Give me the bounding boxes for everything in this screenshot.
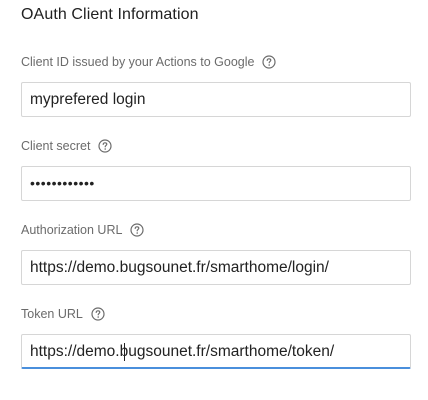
section-title: OAuth Client Information: [21, 6, 199, 23]
text-caret: [124, 343, 125, 361]
client-secret-label: Client secret: [21, 139, 91, 153]
token-url-label-row: Token URL: [21, 305, 411, 323]
oauth-client-panel: OAuth Client Information Client ID issue…: [0, 0, 428, 400]
help-icon[interactable]: [98, 139, 113, 153]
client-secret-field: Client secret ••••••••••••: [21, 137, 411, 201]
authorization-url-label: Authorization URL: [21, 223, 123, 237]
client-id-label-row: Client ID issued by your Actions to Goog…: [21, 53, 411, 71]
help-icon[interactable]: [262, 55, 277, 69]
authorization-url-value: https://demo.bugsounet.fr/smarthome/logi…: [30, 259, 329, 276]
help-icon[interactable]: [91, 307, 105, 321]
client-secret-value: ••••••••••••: [30, 175, 95, 191]
token-url-field: Token URL https://demo.bugsounet.fr/smar…: [21, 305, 411, 369]
client-id-label: Client ID issued by your Actions to Goog…: [21, 55, 255, 69]
client-id-value: myprefered login: [30, 91, 146, 108]
help-icon[interactable]: [130, 223, 145, 237]
authorization-url-label-row: Authorization URL: [21, 221, 411, 239]
token-url-value: https://demo.bugsounet.fr/smarthome/toke…: [30, 343, 335, 360]
token-url-input[interactable]: https://demo.bugsounet.fr/smarthome/toke…: [21, 334, 411, 369]
client-secret-input[interactable]: ••••••••••••: [21, 166, 411, 201]
client-secret-label-row: Client secret: [21, 137, 411, 155]
client-id-field: Client ID issued by your Actions to Goog…: [21, 53, 411, 117]
client-id-input[interactable]: myprefered login: [21, 82, 411, 117]
authorization-url-field: Authorization URL https://demo.bugsounet…: [21, 221, 411, 285]
token-url-label: Token URL: [21, 307, 83, 321]
authorization-url-input[interactable]: https://demo.bugsounet.fr/smarthome/logi…: [21, 250, 411, 285]
